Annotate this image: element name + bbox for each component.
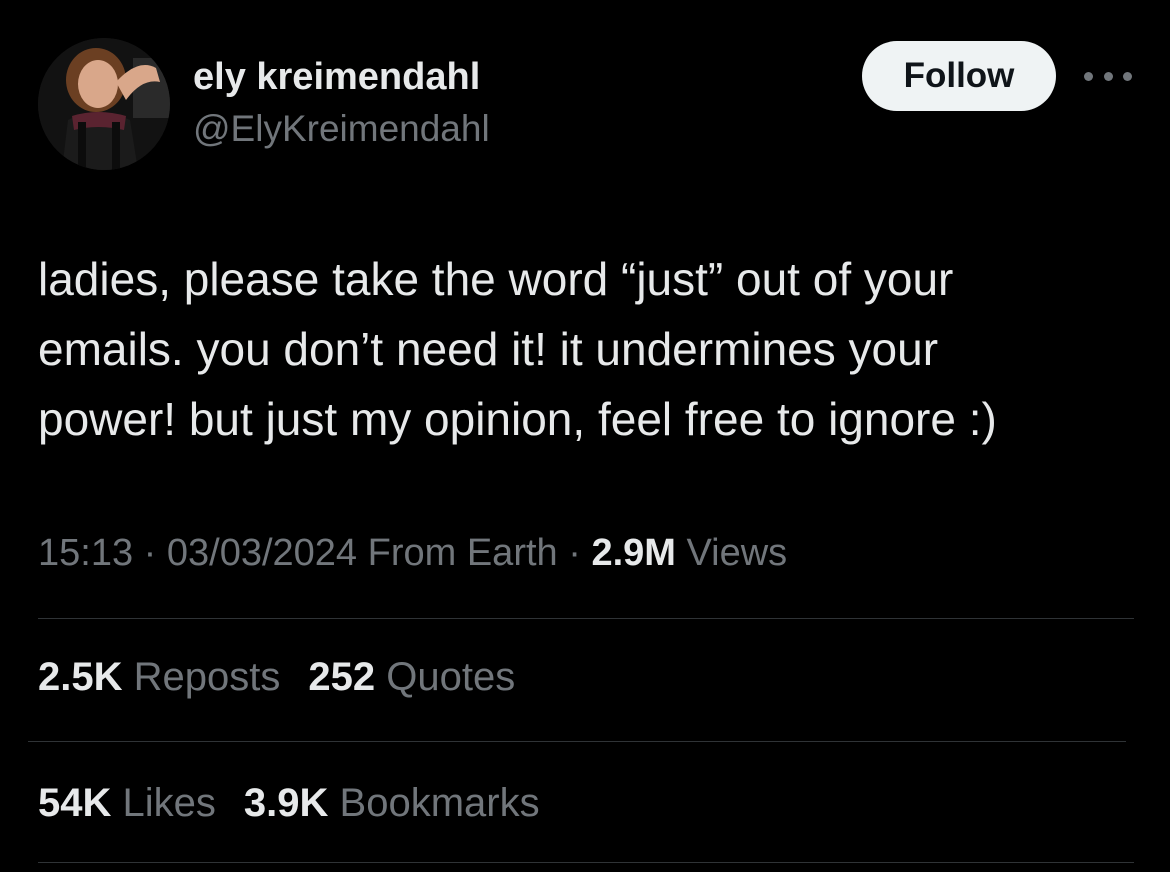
divider [38, 618, 1134, 619]
likes-count: 54K [38, 781, 112, 825]
reposts-stat[interactable]: 2.5K Reposts [38, 655, 280, 699]
bookmarks-count: 3.9K [243, 781, 329, 825]
meta-separator: · [568, 532, 581, 574]
bookmarks-label: Bookmarks [339, 781, 540, 825]
reposts-label: Reposts [133, 655, 281, 699]
more-dot [1084, 71, 1093, 81]
views-label: Views [686, 532, 788, 574]
tweet-time[interactable]: 15:13 [38, 532, 133, 574]
profile-photo [38, 38, 170, 170]
meta-separator: · [143, 532, 157, 574]
divider [38, 862, 1134, 863]
user-handle[interactable]: @ElyKreimendahl [193, 108, 490, 150]
bookmarks-stat[interactable]: 3.9K Bookmarks [244, 781, 540, 825]
more-horizontal-icon[interactable] [1084, 64, 1132, 88]
tweet-meta: 15:13 · 03/03/2024 From Earth · 2.9M Vie… [38, 532, 787, 575]
more-dot [1123, 71, 1132, 81]
quotes-count: 252 [308, 655, 376, 699]
avatar[interactable] [38, 38, 170, 170]
follow-button[interactable]: Follow [862, 41, 1056, 111]
likes-stat[interactable]: 54K Likes [38, 781, 216, 825]
tweet-source: From Earth [367, 532, 558, 574]
quotes-label: Quotes [386, 655, 516, 699]
views-count: 2.9M [591, 532, 676, 574]
display-name[interactable]: ely kreimendahl [193, 56, 480, 99]
tweet-date[interactable]: 03/03/2024 [167, 532, 357, 574]
engagement-row-reposts: 2.5K Reposts 252 Quotes [38, 655, 515, 700]
likes-label: Likes [122, 781, 216, 825]
quotes-stat[interactable]: 252 Quotes [308, 655, 515, 699]
reposts-count: 2.5K [38, 655, 123, 699]
tweet-text: ladies, please take the word “just” out … [38, 253, 997, 445]
engagement-row-likes: 54K Likes 3.9K Bookmarks [38, 781, 540, 826]
divider [28, 741, 1126, 742]
more-dot [1103, 71, 1113, 81]
